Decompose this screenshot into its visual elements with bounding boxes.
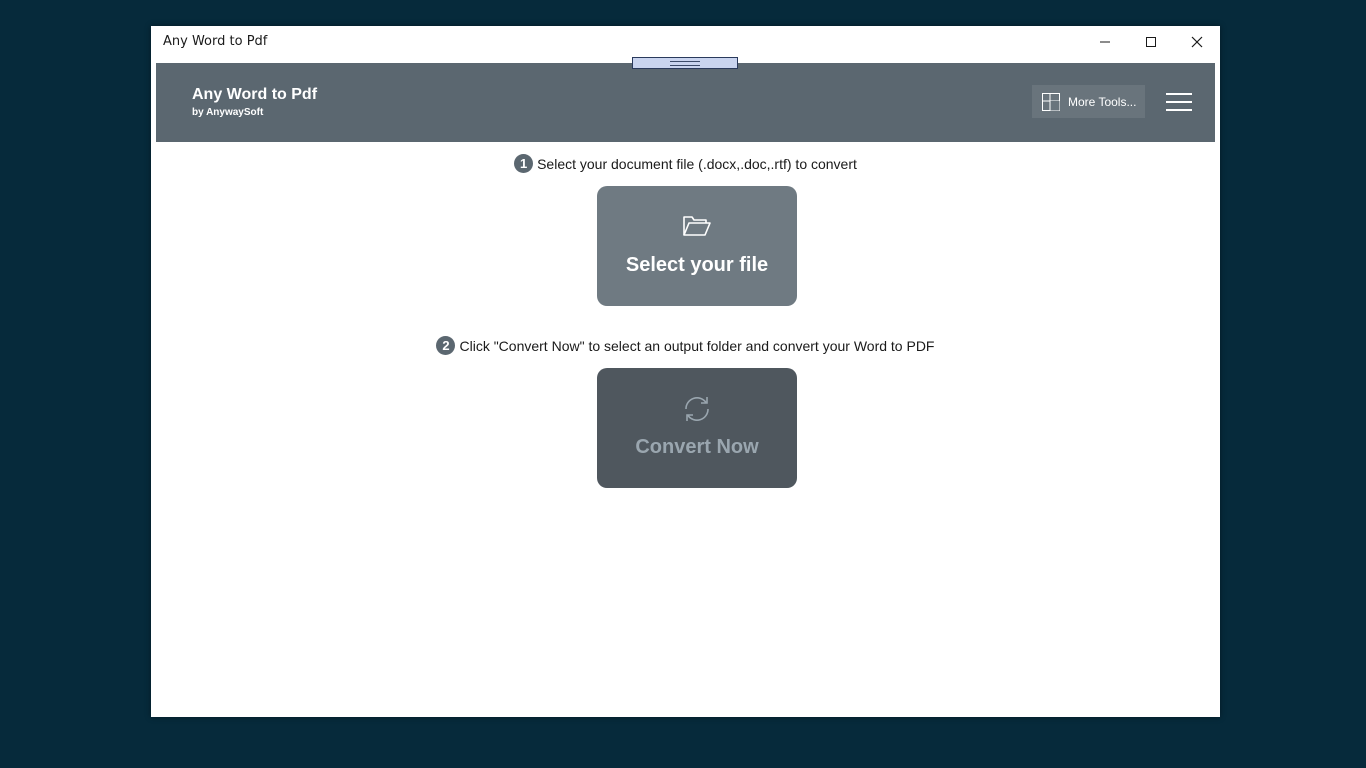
maximize-icon	[1146, 37, 1156, 47]
close-button[interactable]	[1174, 26, 1220, 58]
step-number-badge: 1	[514, 154, 534, 173]
select-file-label: Select your file	[625, 254, 769, 276]
step-1-text: Select your document file (.docx,.doc,.r…	[537, 155, 857, 172]
tiles-icon	[1042, 92, 1060, 111]
convert-now-label: Convert Now	[635, 436, 759, 458]
step-2-instruction: 2 Click "Convert Now" to select an outpu…	[151, 336, 1220, 355]
drag-handle[interactable]	[632, 57, 738, 69]
app-subtitle: by AnywaySoft	[192, 107, 264, 118]
grip-icon	[670, 60, 700, 66]
step-2-text: Click "Convert Now" to select an output …	[459, 337, 935, 354]
minimize-button[interactable]	[1082, 26, 1128, 58]
app-title: Any Word to Pdf	[192, 86, 318, 103]
hamburger-icon	[1166, 93, 1192, 95]
more-tools-label: More Tools...	[1068, 94, 1137, 109]
app-window: Any Word to Pdf Any Word to Pdf by Anywa…	[151, 26, 1220, 717]
step-1-instruction: 1 Select your document file (.docx,.doc,…	[151, 154, 1220, 173]
more-tools-button[interactable]: More Tools...	[1032, 85, 1145, 118]
minimize-icon	[1100, 41, 1110, 43]
convert-now-button[interactable]: Convert Now	[597, 368, 797, 488]
close-icon	[1191, 36, 1203, 48]
folder-open-icon	[597, 214, 797, 238]
window-title: Any Word to Pdf	[163, 34, 268, 49]
refresh-icon	[597, 394, 797, 424]
maximize-button[interactable]	[1128, 26, 1174, 58]
step-number-badge: 2	[436, 336, 456, 355]
app-header: Any Word to Pdf by AnywaySoft More Tools…	[156, 57, 1215, 142]
select-file-button[interactable]: Select your file	[597, 186, 797, 306]
menu-button[interactable]	[1166, 91, 1192, 111]
